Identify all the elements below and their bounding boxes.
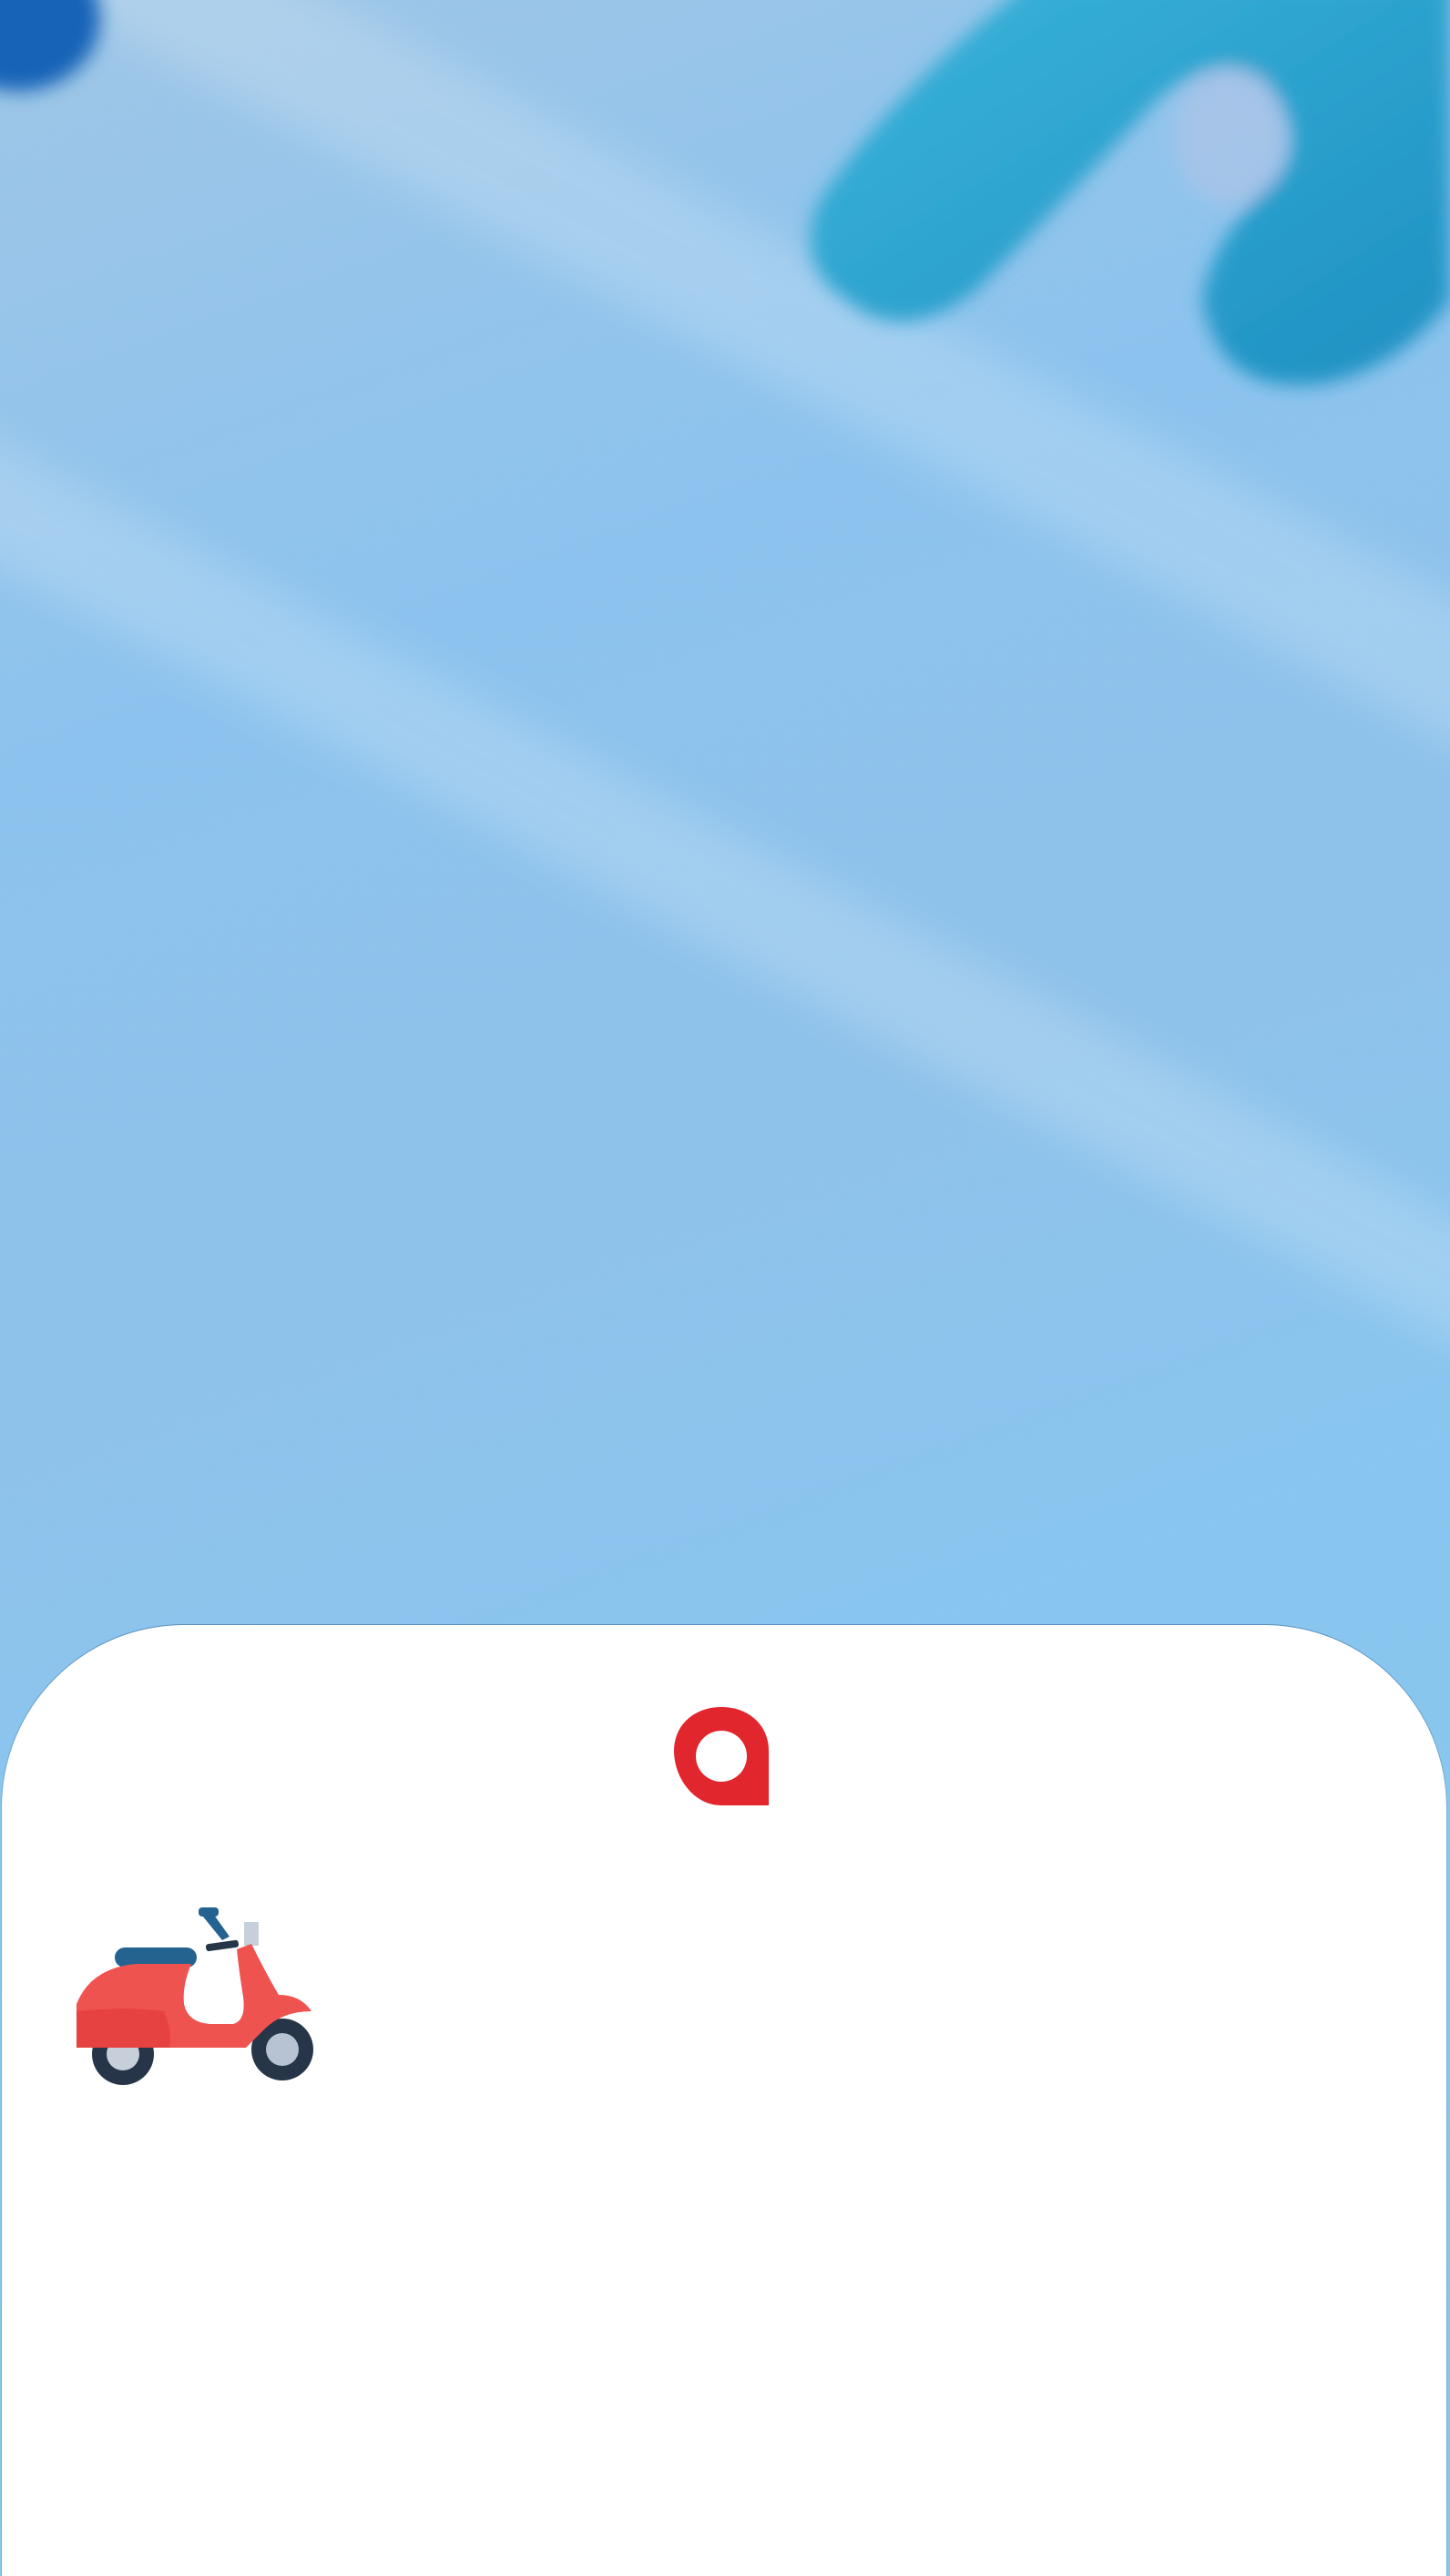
background-illustration bbox=[0, 0, 1450, 1640]
location-pin-icon bbox=[667, 1703, 776, 1813]
scooter-icon bbox=[73, 1904, 319, 2086]
corner-blob bbox=[0, 0, 100, 91]
